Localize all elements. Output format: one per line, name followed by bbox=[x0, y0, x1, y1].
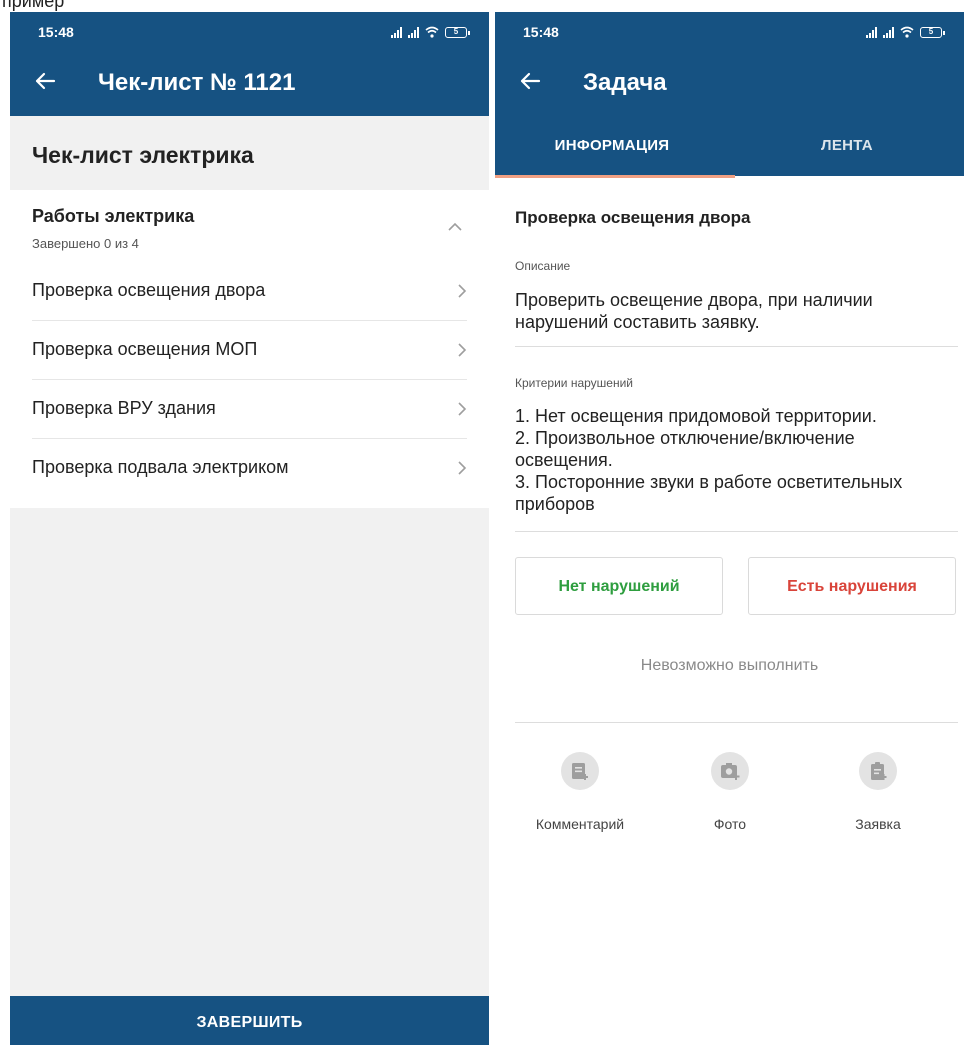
wifi-icon bbox=[900, 26, 914, 38]
back-arrow-icon[interactable] bbox=[32, 68, 58, 94]
camera-add-icon[interactable] bbox=[711, 752, 749, 790]
divider bbox=[515, 346, 958, 347]
status-time: 15:48 bbox=[38, 24, 74, 40]
checklist-screen: 15:48 5 Чек-лист № 1121 Чек-лист электри… bbox=[10, 12, 489, 1045]
group-title: Работы электрика bbox=[32, 206, 195, 226]
comment-action[interactable]: Комментарий bbox=[515, 752, 645, 832]
task-title: Проверка освещения двора bbox=[515, 208, 751, 227]
divider bbox=[515, 722, 958, 723]
tab-indicator bbox=[495, 175, 735, 178]
checklist-group: Работы электрика Завершено 0 из 4 Провер… bbox=[10, 190, 489, 508]
chevron-up-icon[interactable] bbox=[447, 222, 463, 232]
app-bar: Задача bbox=[495, 48, 964, 116]
wifi-icon bbox=[425, 26, 439, 38]
task-screen: 15:48 5 Задача ИНФОРМАЦИЯ ЛЕНТА Проверка… bbox=[495, 12, 964, 1045]
chevron-right-icon bbox=[458, 461, 467, 475]
page-title: Задача bbox=[583, 69, 667, 96]
status-bar: 15:48 5 bbox=[495, 12, 964, 48]
back-arrow-icon[interactable] bbox=[517, 68, 543, 94]
battery-icon: 5 bbox=[445, 27, 470, 38]
finish-button[interactable]: ЗАВЕРШИТЬ bbox=[10, 996, 489, 1045]
divider bbox=[515, 531, 958, 532]
checklist-header: Чек-лист электрика bbox=[10, 116, 489, 190]
checklist-item-label: Проверка освещения МОП bbox=[32, 339, 258, 359]
checklist-item-label: Проверка освещения двора bbox=[32, 280, 266, 300]
no-violations-button[interactable]: Нет нарушений bbox=[515, 557, 723, 615]
description-label: Описание bbox=[515, 259, 571, 273]
comment-label: Комментарий bbox=[535, 816, 625, 832]
battery-icon: 5 bbox=[920, 27, 945, 38]
signal-icon bbox=[391, 26, 402, 38]
group-header[interactable]: Работы электрика Завершено 0 из 4 bbox=[10, 190, 489, 266]
chevron-right-icon bbox=[458, 284, 467, 298]
checklist-item[interactable]: Проверка освещения МОП bbox=[32, 321, 467, 380]
request-label: Заявка bbox=[855, 816, 901, 832]
checklist-item[interactable]: Проверка ВРУ здания bbox=[32, 380, 467, 439]
cannot-complete-button[interactable]: Невозможно выполнить bbox=[495, 657, 964, 675]
signal-icon bbox=[866, 26, 877, 38]
app-bar: Чек-лист № 1121 bbox=[10, 48, 489, 116]
checklist-item[interactable]: Проверка подвала электриком bbox=[32, 439, 467, 498]
request-action[interactable]: Заявка bbox=[813, 752, 943, 832]
description-text: Проверить освещение двора, при наличии н… bbox=[515, 290, 873, 332]
page-title: Чек-лист № 1121 bbox=[98, 69, 296, 96]
chevron-right-icon bbox=[458, 402, 467, 416]
status-time: 15:48 bbox=[523, 24, 559, 40]
chevron-right-icon bbox=[458, 343, 467, 357]
status-icons: 5 bbox=[866, 24, 945, 38]
checklist-item-label: Проверка ВРУ здания bbox=[32, 398, 216, 418]
comment-add-icon[interactable] bbox=[561, 752, 599, 790]
status-bar: 15:48 5 bbox=[10, 12, 489, 48]
signal-icon bbox=[408, 26, 419, 38]
cropped-caption: пример bbox=[0, 0, 964, 12]
group-progress: Завершено 0 из 4 bbox=[32, 236, 139, 251]
status-icons: 5 bbox=[391, 24, 470, 38]
checklist-item-label: Проверка подвала электриком bbox=[32, 457, 289, 477]
checklist-item[interactable]: Проверка освещения двора bbox=[32, 262, 467, 321]
violations-button[interactable]: Есть нарушения bbox=[748, 557, 956, 615]
criteria-label: Критерии нарушений bbox=[515, 376, 633, 390]
signal-icon bbox=[883, 26, 894, 38]
checklist-title: Чек-лист электрика bbox=[32, 142, 254, 168]
tab-feed[interactable]: ЛЕНТА bbox=[730, 116, 964, 176]
tab-bar: ИНФОРМАЦИЯ ЛЕНТА bbox=[495, 116, 964, 178]
tab-information[interactable]: ИНФОРМАЦИЯ bbox=[495, 116, 729, 176]
photo-action[interactable]: Фото bbox=[665, 752, 795, 832]
photo-label: Фото bbox=[713, 816, 747, 832]
criteria-text: 1. Нет освещения придомовой территории. … bbox=[515, 406, 903, 514]
clipboard-add-icon[interactable] bbox=[859, 752, 897, 790]
